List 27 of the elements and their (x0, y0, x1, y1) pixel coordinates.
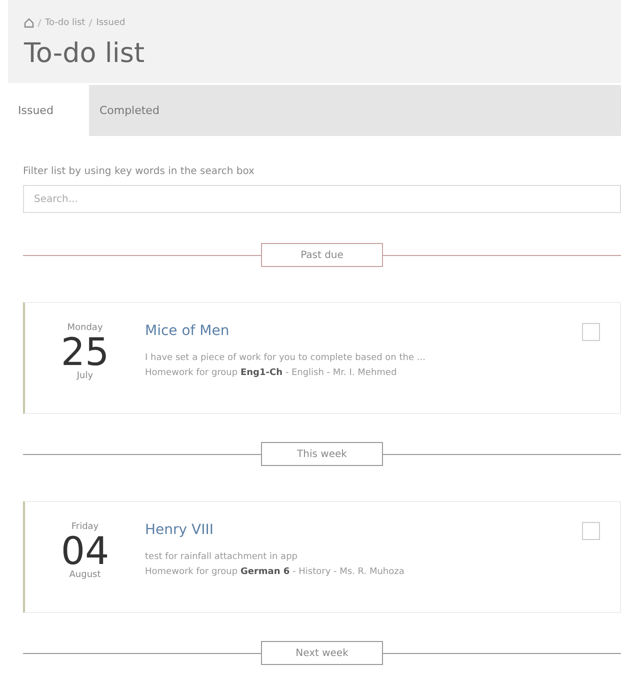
task-details: Homework for group Eng1-Ch - English - Mr. I. Mehmed (145, 368, 398, 378)
checkbox[interactable] (582, 522, 600, 540)
task-details: Homework for group German 6 - History - Ms. R. Muhoza (145, 567, 406, 577)
section-label: Past due (261, 243, 383, 267)
task-description: I have set a piece of work for you to complete based on the ... (145, 353, 426, 363)
task-weekday: Friday (71, 522, 99, 532)
task-title[interactable]: Mice of Men (145, 323, 582, 339)
task-title[interactable]: Henry VIII (145, 522, 582, 538)
tab[interactable]: Issued (8, 85, 90, 136)
task-weekday: Monday (67, 323, 103, 333)
checkbox[interactable] (582, 323, 600, 341)
task-month: July (76, 371, 94, 381)
task-card[interactable]: Friday 04 August Henry VIII test for rainfall attachment in app Homework for group German 6 - History - Ms. R. Muhoza (23, 501, 621, 613)
search-field[interactable]: Search... (23, 185, 621, 213)
filter-hint: Filter list by using key words in the search box (23, 166, 256, 177)
task-month: August (69, 570, 101, 580)
breadcrumb-link[interactable]: To-do list (45, 18, 86, 28)
task-day: 25 (60, 333, 110, 371)
section-label: This week (261, 442, 383, 466)
task-card[interactable]: Monday 25 July Mice of Men I have set a piece of work for you to complete based on the ... Homework for group Eng1-Ch - English - Mr. I. Mehmed (23, 302, 621, 414)
task-day: 04 (60, 532, 110, 570)
tab[interactable]: Completed (89, 85, 200, 136)
breadcrumb-link[interactable]: Issued (96, 18, 126, 28)
home-icon[interactable] (24, 18, 34, 28)
task-description: test for rainfall attachment in app (145, 552, 298, 562)
page-title: To-do list (24, 38, 146, 69)
section-label: Next week (261, 641, 383, 665)
